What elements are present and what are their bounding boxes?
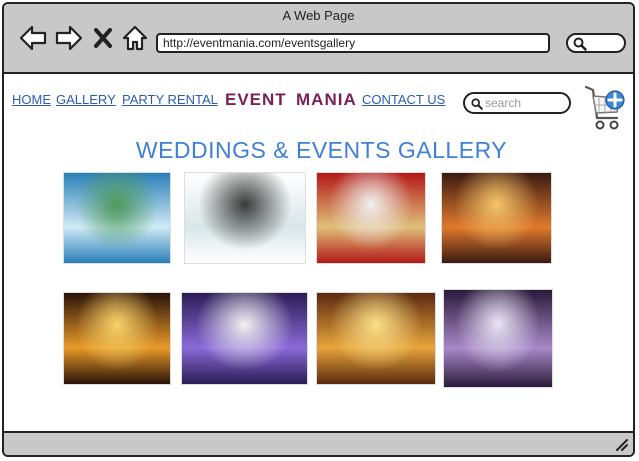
brand-mania: MANIA: [296, 90, 357, 109]
browser-window: A Web Page http://eventmania.com/eventsg…: [2, 2, 635, 457]
home-icon[interactable]: [120, 24, 150, 52]
wedding-image-white-aisle[interactable]: [184, 172, 306, 264]
browser-toolbar: A Web Page http://eventmania.com/eventsg…: [4, 4, 633, 74]
address-bar[interactable]: http://eventmania.com/eventsgallery: [156, 33, 550, 53]
nav-home-link[interactable]: HOME: [12, 92, 51, 107]
status-bar: [4, 431, 633, 455]
forward-arrow-icon[interactable]: [54, 24, 84, 52]
wedding-image-golden-canopy[interactable]: [316, 292, 436, 385]
wedding-image-orange-mandap[interactable]: [441, 172, 552, 264]
wedding-image-purple-stage[interactable]: [181, 292, 308, 385]
nav-contact-us-link[interactable]: CONTACT US: [362, 92, 445, 107]
resize-grip-icon[interactable]: [613, 436, 629, 452]
back-arrow-icon[interactable]: [18, 24, 48, 52]
search-icon: [471, 98, 483, 110]
nav-party-rental-link[interactable]: PARTY RENTAL: [122, 92, 218, 107]
close-x-icon[interactable]: [92, 24, 114, 52]
brand-event: EVENT: [225, 90, 287, 109]
gallery-heading: WEDDINGS & EVENTS GALLERY: [135, 137, 508, 163]
nav-gallery-link[interactable]: GALLERY: [56, 92, 116, 107]
wedding-image-red-mandap[interactable]: [316, 172, 426, 264]
wedding-image-crystal-hall[interactable]: [443, 289, 553, 388]
window-title: A Web Page: [282, 8, 355, 23]
wedding-image-blue-drapes[interactable]: [63, 172, 171, 264]
browser-search-box[interactable]: [566, 33, 626, 53]
wedding-image-gold-stage[interactable]: [63, 292, 171, 385]
add-to-cart-icon[interactable]: [584, 84, 626, 136]
search-input[interactable]: [485, 95, 565, 111]
site-search-box[interactable]: [463, 92, 571, 114]
search-icon: [573, 37, 587, 51]
